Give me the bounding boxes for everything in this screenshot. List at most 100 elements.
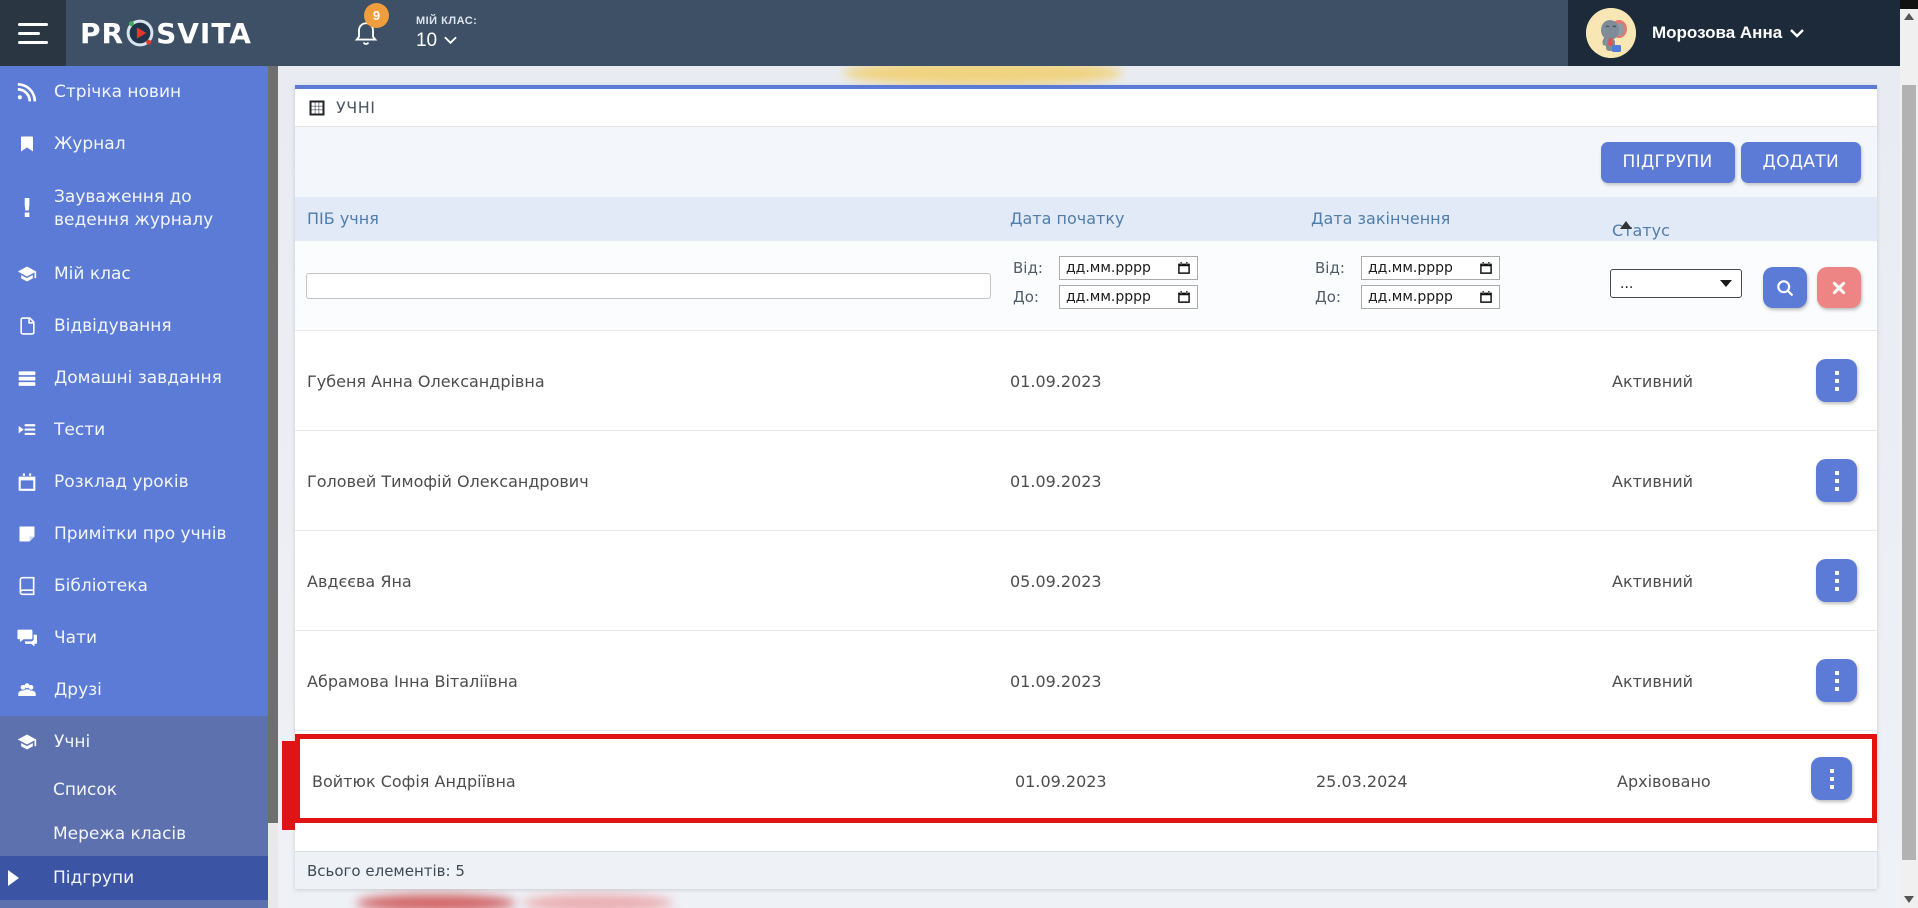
sidebar-subitem-class-network[interactable]: Мережа класів — [0, 812, 268, 856]
sidebar-subitem-list[interactable]: Список — [0, 768, 268, 812]
sidebar-section-students: Учні Список Мережа класів Підгрупи — [0, 716, 268, 908]
sidebar-subitem-subgroups[interactable]: Підгрупи — [0, 856, 268, 900]
search-button[interactable] — [1763, 267, 1807, 308]
sidebar-item-schedule[interactable]: Розклад уроків — [0, 456, 268, 508]
end-date-to-input[interactable]: дд.мм.рррр — [1361, 285, 1500, 309]
sidebar-item-homework[interactable]: Домашні завдання — [0, 352, 268, 404]
sidebar-item-label: Стрічка новин — [54, 81, 182, 102]
scrollbar-thumb[interactable] — [1902, 85, 1916, 860]
start-date: 01.09.2023 — [1010, 472, 1102, 491]
sidebar-item-tests[interactable]: Тести — [0, 404, 268, 456]
calendar-icon — [14, 472, 40, 493]
graduation-cap-icon — [14, 732, 40, 752]
list-icon — [14, 368, 40, 388]
scrollbar-top-cap — [1900, 0, 1918, 9]
document-icon — [14, 315, 40, 337]
logo-play-icon — [126, 19, 154, 47]
note-icon — [14, 524, 40, 544]
sidebar-item-library[interactable]: Бібліотека — [0, 560, 268, 612]
row-actions-button[interactable] — [1816, 359, 1857, 402]
sidebar-item-news-feed[interactable]: Стрічка новин — [0, 66, 268, 118]
subgroups-button[interactable]: ПІДГРУПИ — [1600, 141, 1735, 183]
start-date-from-input[interactable]: дд.мм.рррр — [1059, 256, 1198, 280]
sort-ascending-icon — [1620, 221, 1632, 229]
bookmark-icon — [14, 133, 40, 155]
student-name: Головей Тимофій Олександрович — [307, 472, 589, 491]
sidebar-item-label: Відвідування — [54, 315, 172, 336]
sidebar-item-chats[interactable]: Чати — [0, 612, 268, 664]
add-button[interactable]: ДОДАТИ — [1740, 141, 1861, 183]
status-value: Архівовано — [1617, 772, 1711, 791]
table-row[interactable]: Губеня Анна Олександрівна 01.09.2023 Акт… — [295, 331, 1877, 431]
scroll-down-arrow[interactable] — [1904, 896, 1914, 903]
exclamation-icon: ! — [21, 194, 33, 224]
sidebar-scrollbar[interactable] — [268, 66, 278, 908]
row-actions-button[interactable] — [1816, 459, 1857, 502]
page-scrollbar[interactable] — [1900, 0, 1918, 908]
logo-text-post: SVITA — [156, 16, 252, 50]
top-header: PR SVITA 9 МІЙ КЛАС: 10 Морозова Анна — [0, 0, 1900, 66]
chevron-down-icon — [1790, 28, 1805, 38]
sidebar-item-friends[interactable]: Друзі — [0, 664, 268, 716]
student-name: Губеня Анна Олександрівна — [307, 372, 545, 391]
close-icon — [1832, 281, 1846, 294]
sidebar-item-label: Учні — [54, 731, 91, 752]
row-actions-button[interactable] — [1816, 659, 1857, 702]
start-date-to-input[interactable]: дд.мм.рррр — [1059, 285, 1198, 309]
avatar — [1586, 8, 1636, 58]
column-header-end-date[interactable]: Дата закінчення — [1311, 209, 1450, 228]
chat-icon — [14, 628, 40, 648]
column-header-name[interactable]: ПІБ учня — [307, 209, 379, 228]
table-row[interactable]: Авдєєва Яна 05.09.2023 Активний — [295, 531, 1877, 631]
sidebar-item-label: Розклад уроків — [54, 471, 189, 492]
calendar-icon — [1480, 262, 1492, 274]
status-value: Активний — [1612, 472, 1694, 491]
calendar-icon — [1178, 262, 1190, 274]
filter-row: Від: дд.мм.рррр До: дд.мм.рррр Від: дд.м… — [295, 241, 1877, 331]
background-decoration — [356, 894, 516, 908]
scroll-up-arrow[interactable] — [1904, 13, 1914, 20]
end-date: 25.03.2024 — [1316, 772, 1408, 791]
calendar-icon — [1480, 291, 1492, 303]
sidebar-subitem-label: Підгрупи — [53, 868, 135, 888]
table-row[interactable]: Абрамова Інна Віталіївна 01.09.2023 Акти… — [295, 631, 1877, 731]
my-class-selector[interactable]: МІЙ КЛАС: 10 — [416, 15, 477, 52]
sidebar-item-my-class[interactable]: Мій клас — [0, 248, 268, 300]
end-date-from-input[interactable]: дд.мм.рррр — [1361, 256, 1500, 280]
main-content: УЧНІ ПІДГРУПИ ДОДАТИ ПІБ учня Дата почат… — [278, 66, 1900, 908]
to-label: До: — [1315, 288, 1341, 306]
sidebar-item-label: Друзі — [54, 679, 102, 700]
search-icon — [1777, 279, 1794, 296]
name-filter-input[interactable] — [306, 273, 991, 299]
sidebar-item-attendance[interactable]: Відвідування — [0, 300, 268, 352]
status-value: Активний — [1612, 572, 1694, 591]
sidebar-item-journal[interactable]: Журнал — [0, 118, 268, 170]
row-actions-button[interactable] — [1816, 559, 1857, 602]
table-icon — [309, 100, 325, 115]
background-decoration — [523, 894, 673, 908]
table-header-row: ПІБ учня Дата початку Дата закінчення Ст… — [295, 197, 1877, 241]
table-row-highlighted[interactable]: Войтюк Софія Андріївна 01.09.2023 25.03.… — [295, 734, 1877, 823]
status-filter-select[interactable]: ... — [1610, 269, 1742, 298]
sidebar-item-student-notes[interactable]: Примітки про учнів — [0, 508, 268, 560]
book-icon — [14, 576, 40, 596]
notification-badge: 9 — [363, 2, 389, 28]
sidebar-subitem-label: Список — [53, 780, 118, 800]
notifications-button[interactable]: 9 — [352, 2, 389, 50]
from-label: Від: — [1013, 259, 1043, 277]
sidebar-item-students[interactable]: Учні — [0, 716, 268, 768]
user-menu[interactable]: Морозова Анна — [1568, 0, 1900, 66]
sidebar-item-label: Мій клас — [54, 263, 131, 284]
column-header-start-date[interactable]: Дата початку — [1010, 209, 1124, 228]
clear-filters-button[interactable] — [1817, 267, 1861, 308]
my-class-value: 10 — [415, 29, 438, 51]
sidebar-scrollbar-thumb[interactable] — [268, 66, 278, 823]
table-row[interactable]: Головей Тимофій Олександрович 01.09.2023… — [295, 431, 1877, 531]
row-actions-button[interactable] — [1811, 757, 1852, 800]
hamburger-menu-button[interactable] — [0, 0, 66, 66]
sidebar-item-journal-remarks[interactable]: ! Зауваження до ведення журналу — [0, 170, 268, 248]
start-date: 01.09.2023 — [1010, 372, 1102, 391]
chevron-down-icon — [444, 36, 457, 45]
chevron-down-icon — [1720, 280, 1732, 287]
sidebar-subitem-label: Мережа класів — [53, 824, 187, 844]
